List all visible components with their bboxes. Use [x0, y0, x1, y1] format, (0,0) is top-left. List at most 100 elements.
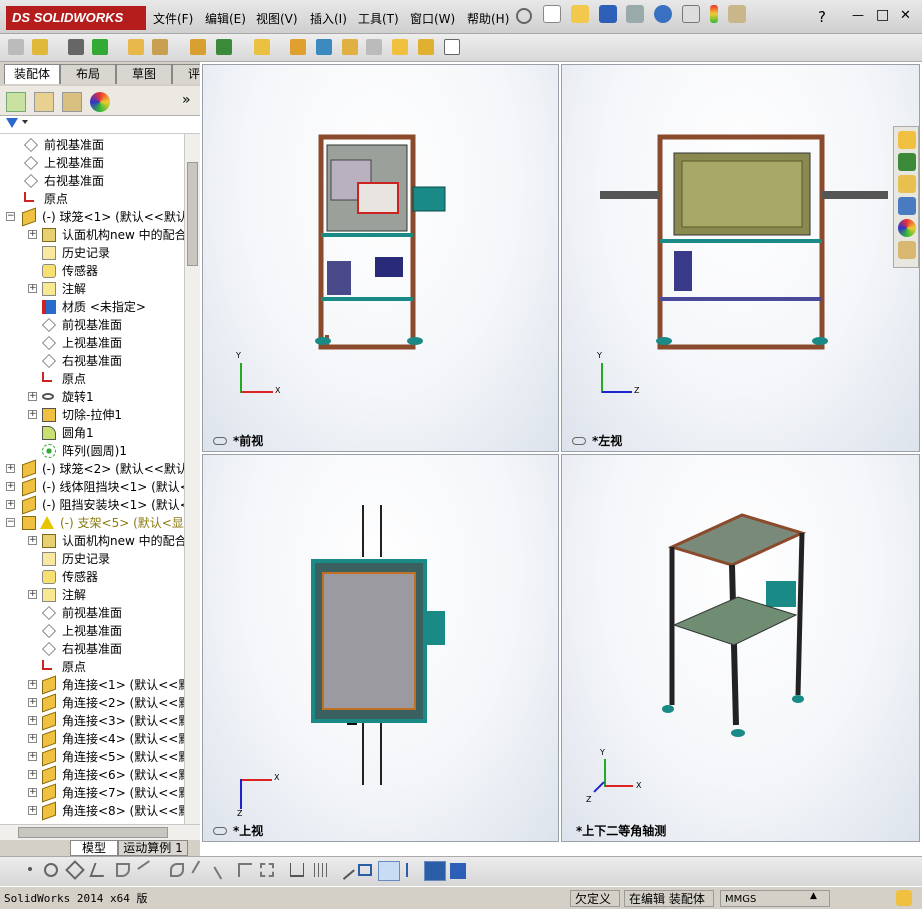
expand-icon[interactable]: +: [28, 770, 37, 779]
trim-icon[interactable]: [137, 860, 157, 880]
tree-node[interactable]: 前视基准面: [0, 604, 184, 622]
assembly-features-icon[interactable]: [216, 39, 232, 55]
units-dropdown-arrow[interactable]: ▲: [810, 891, 817, 901]
expand-icon[interactable]: +: [28, 680, 37, 689]
menu-tools[interactable]: 工具(T): [358, 10, 399, 27]
tree-node[interactable]: 上视基准面: [0, 334, 184, 352]
rebuild-traffic-light-icon[interactable]: [709, 5, 718, 23]
move-component-icon[interactable]: [152, 39, 168, 55]
tab-motion-study[interactable]: 运动算例 1: [118, 840, 188, 856]
smart-fasteners-icon[interactable]: [128, 39, 144, 55]
tree-node[interactable]: 原点: [0, 190, 184, 208]
tree-node[interactable]: + 认面机构new 中的配合: [0, 532, 187, 550]
tree-node[interactable]: 上视基准面: [0, 622, 184, 640]
tree-node[interactable]: + 旋转1: [0, 388, 184, 406]
property-manager-tab-icon[interactable]: [34, 92, 54, 112]
display-manager-tab-icon[interactable]: [90, 92, 110, 112]
tree-node[interactable]: + 角连接<5> (默认<<默认: [0, 747, 199, 767]
viewport-isometric[interactable]: Y X Z *上下二等角轴测: [561, 454, 920, 842]
paperclip-icon[interactable]: [68, 39, 84, 55]
tree-node[interactable]: + (-) 阻挡安装块<1> (默认<: [0, 495, 190, 515]
expand-icon[interactable]: +: [6, 464, 15, 473]
table-view-icon[interactable]: [378, 861, 400, 881]
tree-node[interactable]: + 注解: [0, 280, 184, 298]
offset-icon[interactable]: [170, 863, 184, 877]
tree-node[interactable]: − (-) 球笼<1> (默认<<默认>: [0, 207, 198, 227]
chevron-down-icon[interactable]: [22, 120, 28, 124]
help-icon[interactable]: ?: [818, 8, 826, 26]
appearances-icon[interactable]: [898, 219, 916, 237]
tree-horizontal-scrollbar[interactable]: [0, 824, 200, 840]
file-properties-icon[interactable]: [727, 5, 746, 23]
collapse-icon[interactable]: −: [6, 212, 15, 221]
grid-icon[interactable]: [314, 863, 328, 877]
tree-node[interactable]: + (-) 球笼<2> (默认<<默认>: [0, 459, 198, 479]
bill-of-materials-icon[interactable]: [316, 39, 332, 55]
tab-layout[interactable]: 布局: [60, 64, 116, 84]
tree-node[interactable]: 传感器: [0, 262, 184, 280]
tree-node[interactable]: + (-) 线体阻挡块<1> (默认<: [0, 477, 190, 497]
tree-node[interactable]: + 认面机构new 中的配合: [0, 226, 187, 244]
clearance-verification-icon[interactable]: [418, 39, 434, 55]
expand-icon[interactable]: +: [28, 788, 37, 797]
insert-component-icon[interactable]: [8, 39, 24, 55]
tree-node[interactable]: 原点: [0, 370, 184, 388]
menu-file[interactable]: 文件(F): [153, 10, 193, 27]
tab-sketch[interactable]: 草图: [116, 64, 172, 84]
tree-node[interactable]: 历史记录: [0, 244, 184, 262]
design-library-icon[interactable]: [898, 153, 916, 171]
tab-assembly[interactable]: 装配体: [4, 64, 60, 84]
expand-icon[interactable]: +: [28, 230, 37, 239]
view-palette-icon[interactable]: [898, 197, 916, 215]
collapse-icon[interactable]: −: [6, 518, 15, 527]
tree-node[interactable]: 右视基准面: [0, 352, 184, 370]
close-button[interactable]: ✕: [900, 8, 911, 23]
save-icon[interactable]: [598, 5, 617, 23]
select-cursor-icon[interactable]: [682, 5, 701, 23]
mate-icon[interactable]: [32, 39, 48, 55]
polygon-icon[interactable]: [65, 860, 85, 880]
expand-icon[interactable]: +: [28, 716, 37, 725]
tree-vertical-scrollbar[interactable]: [184, 134, 200, 824]
tree-node[interactable]: 历史记录: [0, 550, 184, 568]
new-document-icon[interactable]: [543, 5, 561, 23]
expand-icon[interactable]: +: [28, 590, 37, 599]
extend-icon[interactable]: [191, 860, 211, 880]
expand-icon[interactable]: +: [6, 500, 15, 509]
menu-window[interactable]: 窗口(W): [410, 10, 455, 27]
tree-node[interactable]: 上视基准面: [0, 154, 184, 172]
tree-node[interactable]: − (-) 支架<5> (默认<显: [0, 514, 184, 532]
tree-node[interactable]: + 注解: [0, 586, 184, 604]
custom-properties-icon[interactable]: [898, 241, 916, 259]
tree-node[interactable]: + 角连接<8> (默认<<默认: [0, 801, 199, 821]
expand-icon[interactable]: +: [28, 734, 37, 743]
expand-icon[interactable]: +: [28, 410, 37, 419]
tree-node[interactable]: + 角连接<4> (默认<<默认: [0, 729, 199, 749]
tree-node[interactable]: 前视基准面: [0, 316, 184, 334]
tree-node[interactable]: 前视基准面: [0, 136, 184, 154]
menu-view[interactable]: 视图(V): [256, 10, 298, 27]
tree-node[interactable]: + 角连接<2> (默认<<默认: [0, 693, 199, 713]
scrollbar-thumb[interactable]: [187, 162, 198, 266]
menu-edit[interactable]: 编辑(E): [205, 10, 246, 27]
tree-node[interactable]: 圆角1: [0, 424, 184, 442]
tree-node[interactable]: 材质 <未指定>: [0, 298, 184, 316]
point-icon[interactable]: [28, 867, 32, 871]
more-tabs-button[interactable]: »: [182, 92, 191, 108]
corner-icon[interactable]: [238, 863, 252, 877]
pin-icon[interactable]: [516, 8, 532, 24]
convert-entities-icon[interactable]: [260, 863, 274, 877]
mirror-icon[interactable]: [213, 860, 233, 880]
expand-icon[interactable]: +: [28, 392, 37, 401]
move-entities-icon[interactable]: [406, 863, 420, 877]
expand-icon[interactable]: +: [28, 698, 37, 707]
solidworks-logo[interactable]: DS SOLIDWORKS: [6, 6, 146, 30]
tree-node[interactable]: 传感器: [0, 568, 184, 586]
viewport-left[interactable]: Y Z *左视: [561, 64, 920, 452]
show-hidden-icon[interactable]: [190, 39, 206, 55]
graphics-area[interactable]: ✕ Y X *前视: [200, 62, 922, 856]
linear-pattern-icon[interactable]: [92, 39, 108, 55]
new-motion-study-icon[interactable]: [290, 39, 306, 55]
instant3d-icon[interactable]: [444, 39, 460, 55]
link-views-icon[interactable]: [213, 827, 227, 835]
